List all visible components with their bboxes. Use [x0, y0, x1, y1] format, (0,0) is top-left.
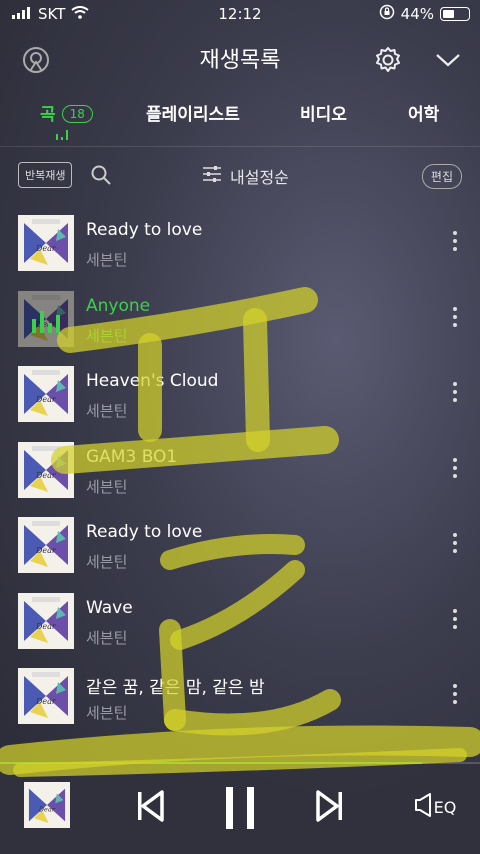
chevron-down-icon[interactable]	[430, 44, 466, 76]
track-list: Dear Ready to love 세븐틴 Dear Anyone 세븐틴 Dear Hea…	[0, 205, 480, 734]
battery-icon	[440, 7, 470, 21]
song-count-badge: 18	[61, 105, 93, 123]
track-artist: 세븐틴	[86, 326, 128, 345]
track-title: Wave	[86, 597, 133, 618]
tab-playlists[interactable]: 플레이리스트	[146, 100, 240, 125]
tab-songs[interactable]: 곡 18	[40, 100, 93, 125]
track-title: Ready to love	[86, 522, 203, 542]
playing-equalizer-icon	[18, 290, 74, 347]
more-options-icon[interactable]	[452, 382, 458, 402]
album-art: Dear	[18, 290, 74, 347]
more-options-icon[interactable]	[452, 533, 458, 553]
now-playing-album-art[interactable]: Dear	[24, 782, 70, 828]
svg-text:Dear: Dear	[35, 697, 57, 706]
repeat-button[interactable]: 반복재생	[18, 162, 73, 188]
album-art: Dear	[18, 366, 74, 422]
track-row[interactable]: Dear Anyone 세븐틴	[0, 281, 480, 357]
header: 재생목록	[0, 34, 480, 82]
speaker-icon	[414, 792, 432, 822]
track-row[interactable]: Dear Ready to love 세븐틴	[0, 507, 480, 583]
more-options-icon[interactable]	[452, 608, 458, 629]
next-icon[interactable]	[312, 788, 348, 824]
previous-icon[interactable]	[132, 788, 168, 824]
more-options-icon[interactable]	[452, 457, 458, 478]
gear-icon[interactable]	[370, 42, 406, 78]
divider	[0, 146, 480, 147]
eq-label: EQ	[433, 797, 457, 817]
battery-percent: 44%	[400, 5, 434, 23]
track-row[interactable]: Dear GAM3 BO1 세븐틴	[0, 432, 480, 508]
more-options-icon[interactable]	[452, 684, 458, 704]
tab-bar: 곡 18 플레이리스트 비디오 어학	[0, 96, 480, 146]
album-art: Dear	[18, 517, 74, 573]
sort-label: 내설정순	[230, 168, 289, 187]
track-artist: 세븐틴	[86, 553, 128, 571]
tab-video[interactable]: 비디오	[300, 100, 347, 125]
track-artist: 세븐틴	[86, 704, 128, 722]
pause-icon[interactable]	[220, 786, 260, 830]
tab-language[interactable]: 어학	[408, 100, 439, 125]
sort-button[interactable]: 내설정순	[202, 164, 289, 188]
track-title: 같은 꿈, 같은 맘, 같은 밤	[86, 678, 265, 698]
mini-player: Dear EQ	[0, 762, 480, 854]
tab-label: 곡	[40, 105, 56, 125]
track-title: Heaven's Cloud	[86, 371, 219, 391]
track-artist: 세븐틴	[86, 402, 128, 420]
eq-button[interactable]: EQ	[410, 792, 460, 822]
svg-text:Dear: Dear	[35, 244, 57, 253]
svg-text:Dear: Dear	[38, 806, 56, 814]
sliders-icon	[202, 165, 222, 187]
list-toolbar: 반복재생 내설정순 편집	[0, 158, 480, 194]
album-art: Dear	[18, 592, 74, 649]
rotation-lock-icon	[379, 4, 395, 24]
svg-text:Dear: Dear	[35, 622, 57, 631]
svg-text:Dear: Dear	[35, 546, 57, 555]
album-art: Dear	[18, 441, 74, 498]
equalizer-icon	[56, 130, 68, 140]
album-art: Dear	[18, 668, 74, 724]
track-title: Anyone	[86, 295, 151, 316]
more-options-icon[interactable]	[452, 306, 458, 327]
track-artist: 세븐틴	[86, 251, 128, 269]
track-row[interactable]: Dear 같은 꿈, 같은 맘, 같은 밤세븐틴	[0, 658, 480, 734]
track-row[interactable]: Dear Heaven's Cloud 세븐틴	[0, 356, 480, 432]
track-row[interactable]: Dear Wave 세븐틴	[0, 583, 480, 659]
album-art: Dear	[18, 215, 74, 271]
track-title: Ready to love	[86, 220, 203, 240]
edit-button[interactable]: 편집	[421, 164, 462, 189]
track-artist: 세븐틴	[86, 477, 128, 496]
track-title: GAM3 BO1	[86, 446, 178, 467]
svg-text:Dear: Dear	[35, 395, 57, 404]
search-icon[interactable]	[90, 164, 112, 190]
page-title: 재생목록	[199, 48, 281, 73]
progress-bar[interactable]	[0, 762, 480, 764]
svg-text:Dear: Dear	[35, 471, 57, 480]
status-right: 44%	[379, 4, 470, 24]
track-artist: 세븐틴	[86, 628, 128, 647]
more-options-icon[interactable]	[452, 231, 458, 251]
status-bar: SKT 12:12 44%	[0, 0, 480, 28]
track-row[interactable]: Dear Ready to love 세븐틴	[0, 205, 480, 281]
